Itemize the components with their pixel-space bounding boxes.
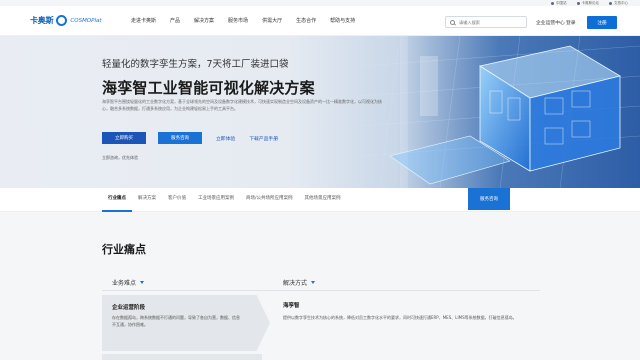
forum-icon	[576, 1, 580, 5]
pain-point-card[interactable]: 企业运营阶段 存在数据孤岛，跨系统数据不打通的问题，导致了各自为营，数据、信息不…	[102, 295, 270, 351]
download-manual-link[interactable]: 下载产品手册	[249, 135, 278, 142]
document-icon	[609, 1, 612, 5]
logo[interactable]: 卡奥斯 COSMOPlat	[30, 15, 102, 26]
hero-note: 立即咨询，优先体验	[102, 155, 138, 160]
tab-other-cases[interactable]: 其他场景应用案例	[299, 188, 347, 212]
section-tabs: 行业痛点 解决方案 客户价值 工业场景应用案例 商场/公共场所应用案例 其他场景…	[102, 188, 347, 212]
buy-now-button[interactable]: 立即购买	[102, 132, 146, 144]
nav-item-about[interactable]: 走进卡奥斯	[124, 6, 163, 36]
try-now-link[interactable]: 立即体验	[216, 135, 235, 142]
pain-points-section: 行业痛点 业务难点 解决方式 企业运营阶段 存在数据孤岛，跨系统数据不打通的问题…	[0, 212, 640, 360]
tab-solutions[interactable]: 解决方案	[132, 188, 162, 212]
section-title: 行业痛点	[102, 243, 146, 256]
console-link[interactable]: 企业运营中心	[536, 19, 565, 26]
search-input[interactable]	[455, 19, 521, 25]
divider	[102, 290, 540, 291]
search-box[interactable]	[445, 16, 527, 28]
column-label: 解决方式	[283, 280, 308, 287]
tabbar-consult-button[interactable]: 服务咨询	[468, 188, 510, 210]
pain-point-card-next[interactable]	[102, 354, 262, 360]
pain-point-description: 存在数据孤岛，跨系统数据不打通的问题，导致了各自为营，数据、信息不互通，协作困难…	[112, 315, 240, 327]
tab-public-cases[interactable]: 商场/公共场所应用案例	[240, 188, 299, 212]
main-nav: 走进卡奥斯 产品 解决方案 服务市场 供需大厅 生态合作 帮助与支持	[124, 6, 362, 36]
solution-description: 提供以数字孪生技术为核心的系统，降低对员工数字化水平的要求，同时可快速打通ERP…	[283, 315, 517, 320]
nav-item-market[interactable]: 服务市场	[221, 6, 255, 36]
caret-down-icon	[140, 281, 145, 284]
digital-twin-illustration	[360, 36, 640, 188]
logo-ring-icon	[56, 15, 68, 26]
solution-title: 海孪智	[283, 303, 300, 309]
utility-link-forum[interactable]: 卡奥斯论坛	[576, 0, 600, 6]
nav-item-support[interactable]: 帮助与支持	[323, 6, 362, 36]
logo-text-en: COSMOPlat	[70, 17, 102, 24]
nav-item-ecosystem[interactable]: 生态合作	[289, 6, 323, 36]
nav-item-solutions[interactable]: 解决方案	[187, 6, 221, 36]
hero-subtitle: 轻量化的数字孪生方案，7天将工厂装进口袋	[102, 59, 289, 70]
hero-banner: 轻量化的数字孪生方案，7天将工厂装进口袋 海孪智工业智能可视化解决方案 海孪智平…	[0, 36, 640, 188]
login-link[interactable]: 登录	[566, 19, 576, 26]
section-tabbar: 行业痛点 解决方案 客户价值 工业场景应用案例 商场/公共场所应用案例 其他场景…	[0, 188, 640, 212]
tab-pain-points[interactable]: 行业痛点	[102, 188, 132, 212]
utility-link-label: 文档中心	[614, 0, 628, 5]
nav-item-supply[interactable]: 供需大厅	[255, 6, 289, 36]
site-header: 卡奥斯 COSMOPlat 走进卡奥斯 产品 解决方案 服务市场 供需大厅 生态…	[0, 6, 640, 36]
business-difficulty-header[interactable]: 业务难点	[112, 278, 145, 287]
utility-link-label: 中国站	[556, 0, 567, 5]
register-button[interactable]: 注册	[587, 16, 617, 29]
solution-method-header[interactable]: 解决方式	[283, 278, 316, 287]
search-icon[interactable]	[450, 19, 455, 25]
caret-down-icon	[311, 281, 316, 284]
utility-link-label: 卡奥斯论坛	[581, 0, 600, 5]
utility-link-docs[interactable]: 文档中心	[609, 1, 628, 6]
utility-link-region[interactable]: 中国站	[551, 1, 567, 6]
hero-title: 海孪智工业智能可视化解决方案	[102, 79, 315, 97]
tab-customer-value[interactable]: 客户价值	[162, 188, 192, 212]
nav-item-products[interactable]: 产品	[163, 6, 187, 36]
hero-description: 海孪智平台围绕轻量化的工业数字化方案，基于全球领先的空间及设备数字化建模技术，可…	[102, 99, 382, 111]
service-consult-button[interactable]: 服务咨询	[158, 132, 202, 144]
tab-industrial-cases[interactable]: 工业场景应用案例	[192, 188, 240, 212]
column-label: 业务难点	[112, 280, 137, 287]
hero-actions: 立即购买 服务咨询 立即体验 下载产品手册	[102, 132, 278, 144]
globe-icon	[551, 1, 554, 5]
pain-point-title: 企业运营阶段	[112, 305, 146, 311]
logo-text-cn: 卡奥斯	[30, 16, 54, 25]
